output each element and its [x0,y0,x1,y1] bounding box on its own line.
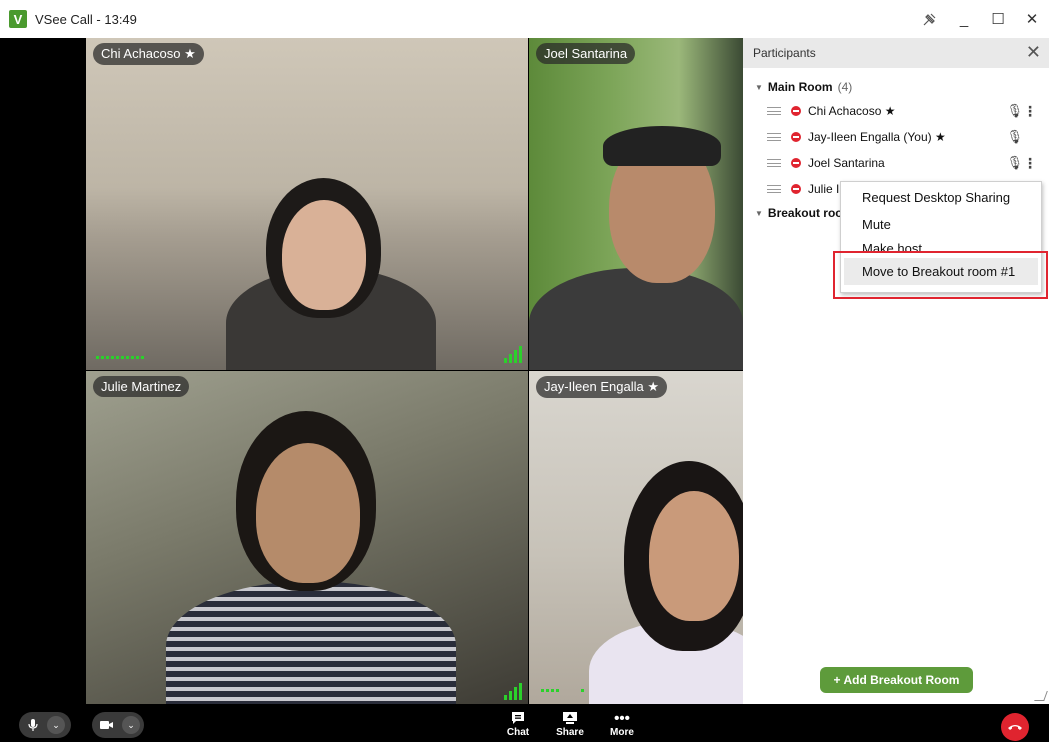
more-options-icon[interactable]: ⋮ [1023,103,1037,120]
microphone-icon [28,719,38,731]
share-button[interactable]: Share [550,709,590,738]
microphone-icon[interactable]: 🎙 [1006,155,1023,171]
window-title: VSee Call - 13:49 [35,11,137,27]
chevron-down-icon[interactable]: ⌄ [47,716,65,734]
microphone-button[interactable]: ⌄ [19,712,71,738]
person-shoulders [529,268,743,370]
share-label: Share [556,727,584,738]
participant-name: Chi Achacoso ★ [808,104,896,118]
person-shoulders [166,581,456,704]
person-face [649,491,739,621]
collapse-triangle-icon: ▼ [755,208,763,218]
share-screen-icon [562,709,578,727]
panel-header: Participants ✕ [743,38,1049,68]
panel-title: Participants [753,46,816,60]
camera-button[interactable]: ⌄ [92,712,144,738]
signal-strength-icon [504,683,522,700]
participant-name: Joel Santarina [808,156,885,170]
menu-item-mute[interactable]: Mute [841,211,1041,238]
pin-button[interactable] [913,0,947,38]
video-name-label: Julie Martinez [93,376,190,397]
video-grid: Chi Achacoso ★ Joel Santarina Julie Mart… [0,38,743,704]
audio-level-bar [96,356,144,359]
audio-level-bar [581,689,586,692]
video-tile-chi-achacoso[interactable]: Chi Achacoso ★ [86,38,528,370]
pin-icon [923,13,936,26]
person-face [282,200,366,310]
close-panel-button[interactable]: ✕ [1026,42,1041,63]
room-name: Breakout roo [767,206,843,220]
audio-level-bar [541,689,559,692]
collapse-triangle-icon: ▼ [755,82,763,92]
video-name-label: Joel Santarina [536,43,636,64]
signal-strength-icon [504,346,522,363]
participant-name: Julie I [808,182,840,196]
more-button[interactable]: ••• More [602,709,642,739]
participant-row[interactable]: Jay-Ileen Engalla (You) ★ 🎙 [743,124,1049,150]
vsee-logo-icon: V [9,10,27,28]
window-controls: _ ☐ ✕ [913,0,1049,38]
participant-row[interactable]: Joel Santarina 🎙 ⋮ [743,150,1049,176]
stop-video-icon [791,132,801,142]
headset [603,126,721,166]
chat-button[interactable]: Chat [498,709,538,738]
participant-row[interactable]: Chi Achacoso ★ 🎙 ⋮ [743,98,1049,124]
call-toolbar: ⌄ ⌄ Chat Share ••• More [0,704,1049,742]
person-face [256,443,360,583]
hang-up-icon [1008,725,1022,730]
title-bar: V VSee Call - 13:49 _ ☐ ✕ [0,0,1049,38]
drag-handle-icon[interactable] [767,185,781,193]
chat-icon [511,709,525,727]
drag-handle-icon[interactable] [767,159,781,167]
more-options-icon[interactable]: ⋮ [1023,155,1037,172]
maximize-button[interactable]: ☐ [981,0,1015,38]
video-tile-julie-martinez[interactable]: Julie Martinez [86,371,528,704]
video-tile-joel-santarina[interactable]: Joel Santarina [529,38,743,370]
chevron-down-icon[interactable]: ⌄ [122,716,140,734]
close-window-button[interactable]: ✕ [1015,0,1049,38]
more-label: More [610,727,634,738]
end-call-button[interactable] [1001,713,1029,741]
add-breakout-room-button[interactable]: + Add Breakout Room [820,667,973,693]
minimize-button[interactable]: _ [947,0,981,38]
drag-handle-icon[interactable] [767,133,781,141]
menu-item-request-desktop-sharing[interactable]: Request Desktop Sharing [841,184,1041,211]
video-name-label: Jay-Ileen Engalla ★ [536,376,667,398]
chat-label: Chat [506,727,530,738]
room-name: Main Room [767,80,833,94]
drag-handle-icon[interactable] [767,107,781,115]
video-name-label: Chi Achacoso ★ [93,43,204,65]
stop-video-icon [791,158,801,168]
video-tile-jay-ileen-engalla[interactable]: Jay-Ileen Engalla ★ [529,371,743,704]
stop-video-icon [791,106,801,116]
main-room-header[interactable]: ▼ Main Room (4) [743,76,1049,98]
stop-video-icon [791,184,801,194]
room-count: (4) [837,80,853,94]
highlight-annotation-box [833,251,1048,299]
participant-name: Jay-Ileen Engalla (You) ★ [808,130,946,144]
microphone-icon[interactable]: 🎙 [1006,103,1023,119]
more-dots-icon: ••• [614,709,630,727]
participants-panel: Participants ✕ ▼ Main Room (4) Chi Achac… [743,38,1049,704]
resize-grip-icon[interactable] [1034,691,1048,701]
microphone-icon[interactable]: 🎙 [1006,129,1023,145]
camera-icon [100,721,113,729]
